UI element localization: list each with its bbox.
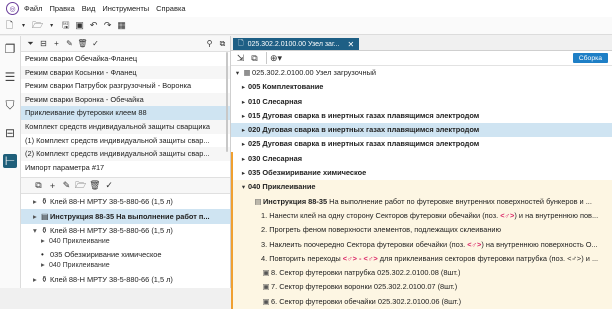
add-icon[interactable]: + — [51, 37, 62, 50]
tree-step[interactable]: 3. Наклеить поочередно Сектора футеровки… — [231, 237, 612, 252]
side-icon-strip: ❐ ☰ ⛉ ⊟ ⊢ — [0, 36, 21, 288]
search-icon[interactable]: ⚲ — [204, 37, 215, 50]
edit-icon[interactable]: ✎ — [61, 179, 72, 192]
chevron-down-icon[interactable]: ▾ — [46, 19, 57, 32]
bookmark-icon[interactable]: ⛉ — [3, 98, 17, 112]
mode-item[interactable]: Режим сварки Воронка - Обечайка — [21, 92, 230, 107]
tree-operation[interactable]: ▸ 015 Дуговая сварка в инертных газах пла… — [231, 109, 612, 123]
mode-item-selected[interactable]: Приклеивание футеровки клеем 88 — [21, 106, 230, 120]
process-tree: ▾ ▦025.302.2.0100.00 Узел загрузочный ▸ 00… — [231, 66, 612, 309]
mode-item[interactable]: Режим сварки Косынки - Фланец — [21, 65, 230, 80]
edit-icon[interactable]: ✎ — [64, 37, 75, 50]
tree-operation[interactable]: ▾ 040 Приклеивание — [231, 180, 612, 195]
tree-instruction[interactable]: ▤Инструкция 88-35 На выполнение работ по… — [231, 194, 612, 209]
usage-item[interactable]: ▾ ⚱ Клей 88-Н МРТУ 38-5-880-66 (1,5 л) ▸ 04… — [21, 224, 230, 248]
tree-step[interactable]: 4. Повторить переходы <♂> - <♂> для прик… — [231, 251, 612, 267]
layers-icon[interactable]: ⧉ — [249, 52, 260, 65]
tree-part[interactable]: ▣8. Сектор футеровки патрубка 025.302.2.… — [231, 266, 612, 281]
tree-icon[interactable]: ⊢ — [3, 154, 17, 168]
tree-operation[interactable]: ▸ 035 Обезжиривание химическое — [231, 166, 612, 181]
assembly-icon: ▦ — [243, 68, 251, 77]
add-icon[interactable]: + — [47, 179, 58, 192]
left-panel-toolbar: ⏷ ⊟ + ✎ 🗑 ✓ ⚲ ⧉ — [21, 36, 230, 52]
tree-part[interactable]: ▣6. Сектор футеровки обечайки 025.302.2.… — [231, 294, 612, 309]
tree-operation[interactable]: ▸ 030 Слесарная — [231, 151, 612, 167]
expand-icon[interactable]: ⇲ — [235, 52, 246, 65]
collapse-icon[interactable]: ⊟ — [38, 37, 49, 50]
usage-item[interactable]: ▸ ⚱ Клей 88-Н МРТУ 38-5-880-66 (1,5 л) — [21, 272, 230, 287]
copy-icon[interactable]: ⧉ — [217, 37, 228, 50]
part-icon: ▣ — [262, 268, 270, 278]
mode-item[interactable]: Комплект средств индивидуальной защиты с… — [21, 119, 230, 134]
left-lower-toolbar: ⧉ + ✎ 🗁 🗑 ✓ — [21, 177, 230, 195]
menu-bar: ◎ Файл Правка Вид Инструменты Справка — [0, 0, 612, 18]
undo-icon[interactable]: ↶ — [88, 19, 99, 32]
tree-operation[interactable]: ▸ 005 Комплектование — [231, 80, 612, 94]
material-icon: ⚱ — [41, 197, 48, 207]
delete-icon[interactable]: 🗑 — [77, 37, 88, 50]
structure-icon[interactable]: ⊟ — [3, 126, 17, 140]
redo-icon[interactable]: ↷ — [102, 19, 113, 32]
mode-item[interactable]: (1) Комплект средств индивидуальной защи… — [21, 134, 230, 148]
save-all-icon[interactable]: ▣ — [74, 19, 85, 32]
menu-view[interactable]: Вид — [82, 4, 96, 13]
usage-item[interactable]: ▸ ⚱ Клей 88-Н МРТУ 38-5-880-66 (1,5 л) — [21, 194, 230, 209]
tab-bar: 🗋 025.302.2.0100.00 Узел заг... ✕ — [231, 36, 612, 51]
scrollbar[interactable] — [226, 52, 228, 152]
open-icon[interactable]: 🗁 — [75, 179, 86, 192]
documents-icon[interactable]: ❐ — [3, 42, 17, 56]
app-logo-icon: ◎ — [6, 2, 19, 15]
menu-tools[interactable]: Инструменты — [102, 4, 149, 13]
tree-root[interactable]: ▾ ▦025.302.2.0100.00 Узел загрузочный — [231, 66, 612, 80]
mode-item[interactable]: Режим сварки Обечайка-Фланец — [21, 52, 230, 66]
assembly-button[interactable]: Сборка — [572, 53, 608, 63]
open-folder-icon[interactable]: 🗁 — [32, 19, 43, 32]
mode-item[interactable]: (2) Комплект средств индивидуальной защи… — [21, 147, 230, 161]
part-icon: ▣ — [262, 296, 270, 306]
tree-operation[interactable]: ▸ 010 Слесарная — [231, 95, 612, 109]
view-options-icon[interactable]: ⊕▾ — [270, 52, 282, 65]
layout-icon[interactable]: ▦ — [116, 19, 127, 32]
tree-toolbar: ⇲ ⧉ ⊕▾ Сборка — [231, 51, 612, 66]
menu-help[interactable]: Справка — [156, 4, 185, 13]
save-icon[interactable]: 🖫 — [60, 19, 71, 32]
menu-file[interactable]: Файл — [24, 4, 42, 13]
right-panel: 🗋 025.302.2.0100.00 Узел заг... ✕ ⇲ ⧉ ⊕▾… — [231, 36, 612, 309]
material-icon: ⚱ — [41, 226, 48, 236]
document-icon: 🗋 — [238, 39, 244, 47]
close-icon[interactable]: ✕ — [348, 40, 355, 49]
check-icon[interactable]: ✓ — [104, 179, 115, 192]
tree-step[interactable]: 1. Нанести клей на одну сторону Секторов… — [231, 208, 612, 224]
check-icon[interactable]: ✓ — [90, 37, 101, 50]
filter-icon[interactable]: ⏷ — [25, 37, 36, 50]
mode-item[interactable]: Режим сварки Патрубок разгрузочный - Вор… — [21, 79, 230, 93]
instruction-icon: ▤ — [254, 196, 262, 206]
chevron-down-icon[interactable]: ▾ — [18, 19, 29, 32]
usage-list: ▸ ⚱ Клей 88-Н МРТУ 38-5-880-66 (1,5 л) ▸ ▤И… — [21, 194, 230, 287]
usage-item[interactable]: • 035 Обезжиривание химическое ▸ 040 Прикл… — [21, 248, 230, 272]
instruction-icon: ▤ — [41, 212, 49, 222]
tab-document[interactable]: 🗋 025.302.2.0100.00 Узел заг... ✕ — [233, 38, 360, 50]
usage-item-selected[interactable]: ▸ ▤Инструкция 88-35 На выполнение работ п… — [21, 209, 230, 225]
link-icon[interactable]: ⧉ — [33, 179, 44, 192]
mode-list: Режим сварки Обечайка-Фланец Режим сварк… — [21, 52, 230, 174]
main-toolbar: 🗋 ▾ 🗁 ▾ 🖫 ▣ ↶ ↷ ▦ — [0, 17, 612, 35]
tree-operation[interactable]: ▸ 025 Дуговая сварка в инертных газах пла… — [231, 137, 612, 151]
new-file-icon[interactable]: 🗋 — [4, 19, 15, 32]
left-panel: ⏷ ⊟ + ✎ 🗑 ✓ ⚲ ⧉ Режим сварки Обечайка-Фл… — [21, 36, 231, 288]
tree-step[interactable]: 2. Прогреть феном поверхности элементов,… — [231, 223, 612, 238]
material-icon: ⚱ — [41, 275, 48, 285]
delete-icon[interactable]: 🗑 — [89, 179, 100, 192]
mode-item[interactable]: Импорт параметра #17 — [21, 161, 230, 175]
properties-icon[interactable]: ☰ — [3, 70, 17, 84]
menu-edit[interactable]: Правка — [49, 4, 74, 13]
tree-operation-selected[interactable]: ▸ 020 Дуговая сварка в инертных газах пла… — [231, 123, 612, 138]
